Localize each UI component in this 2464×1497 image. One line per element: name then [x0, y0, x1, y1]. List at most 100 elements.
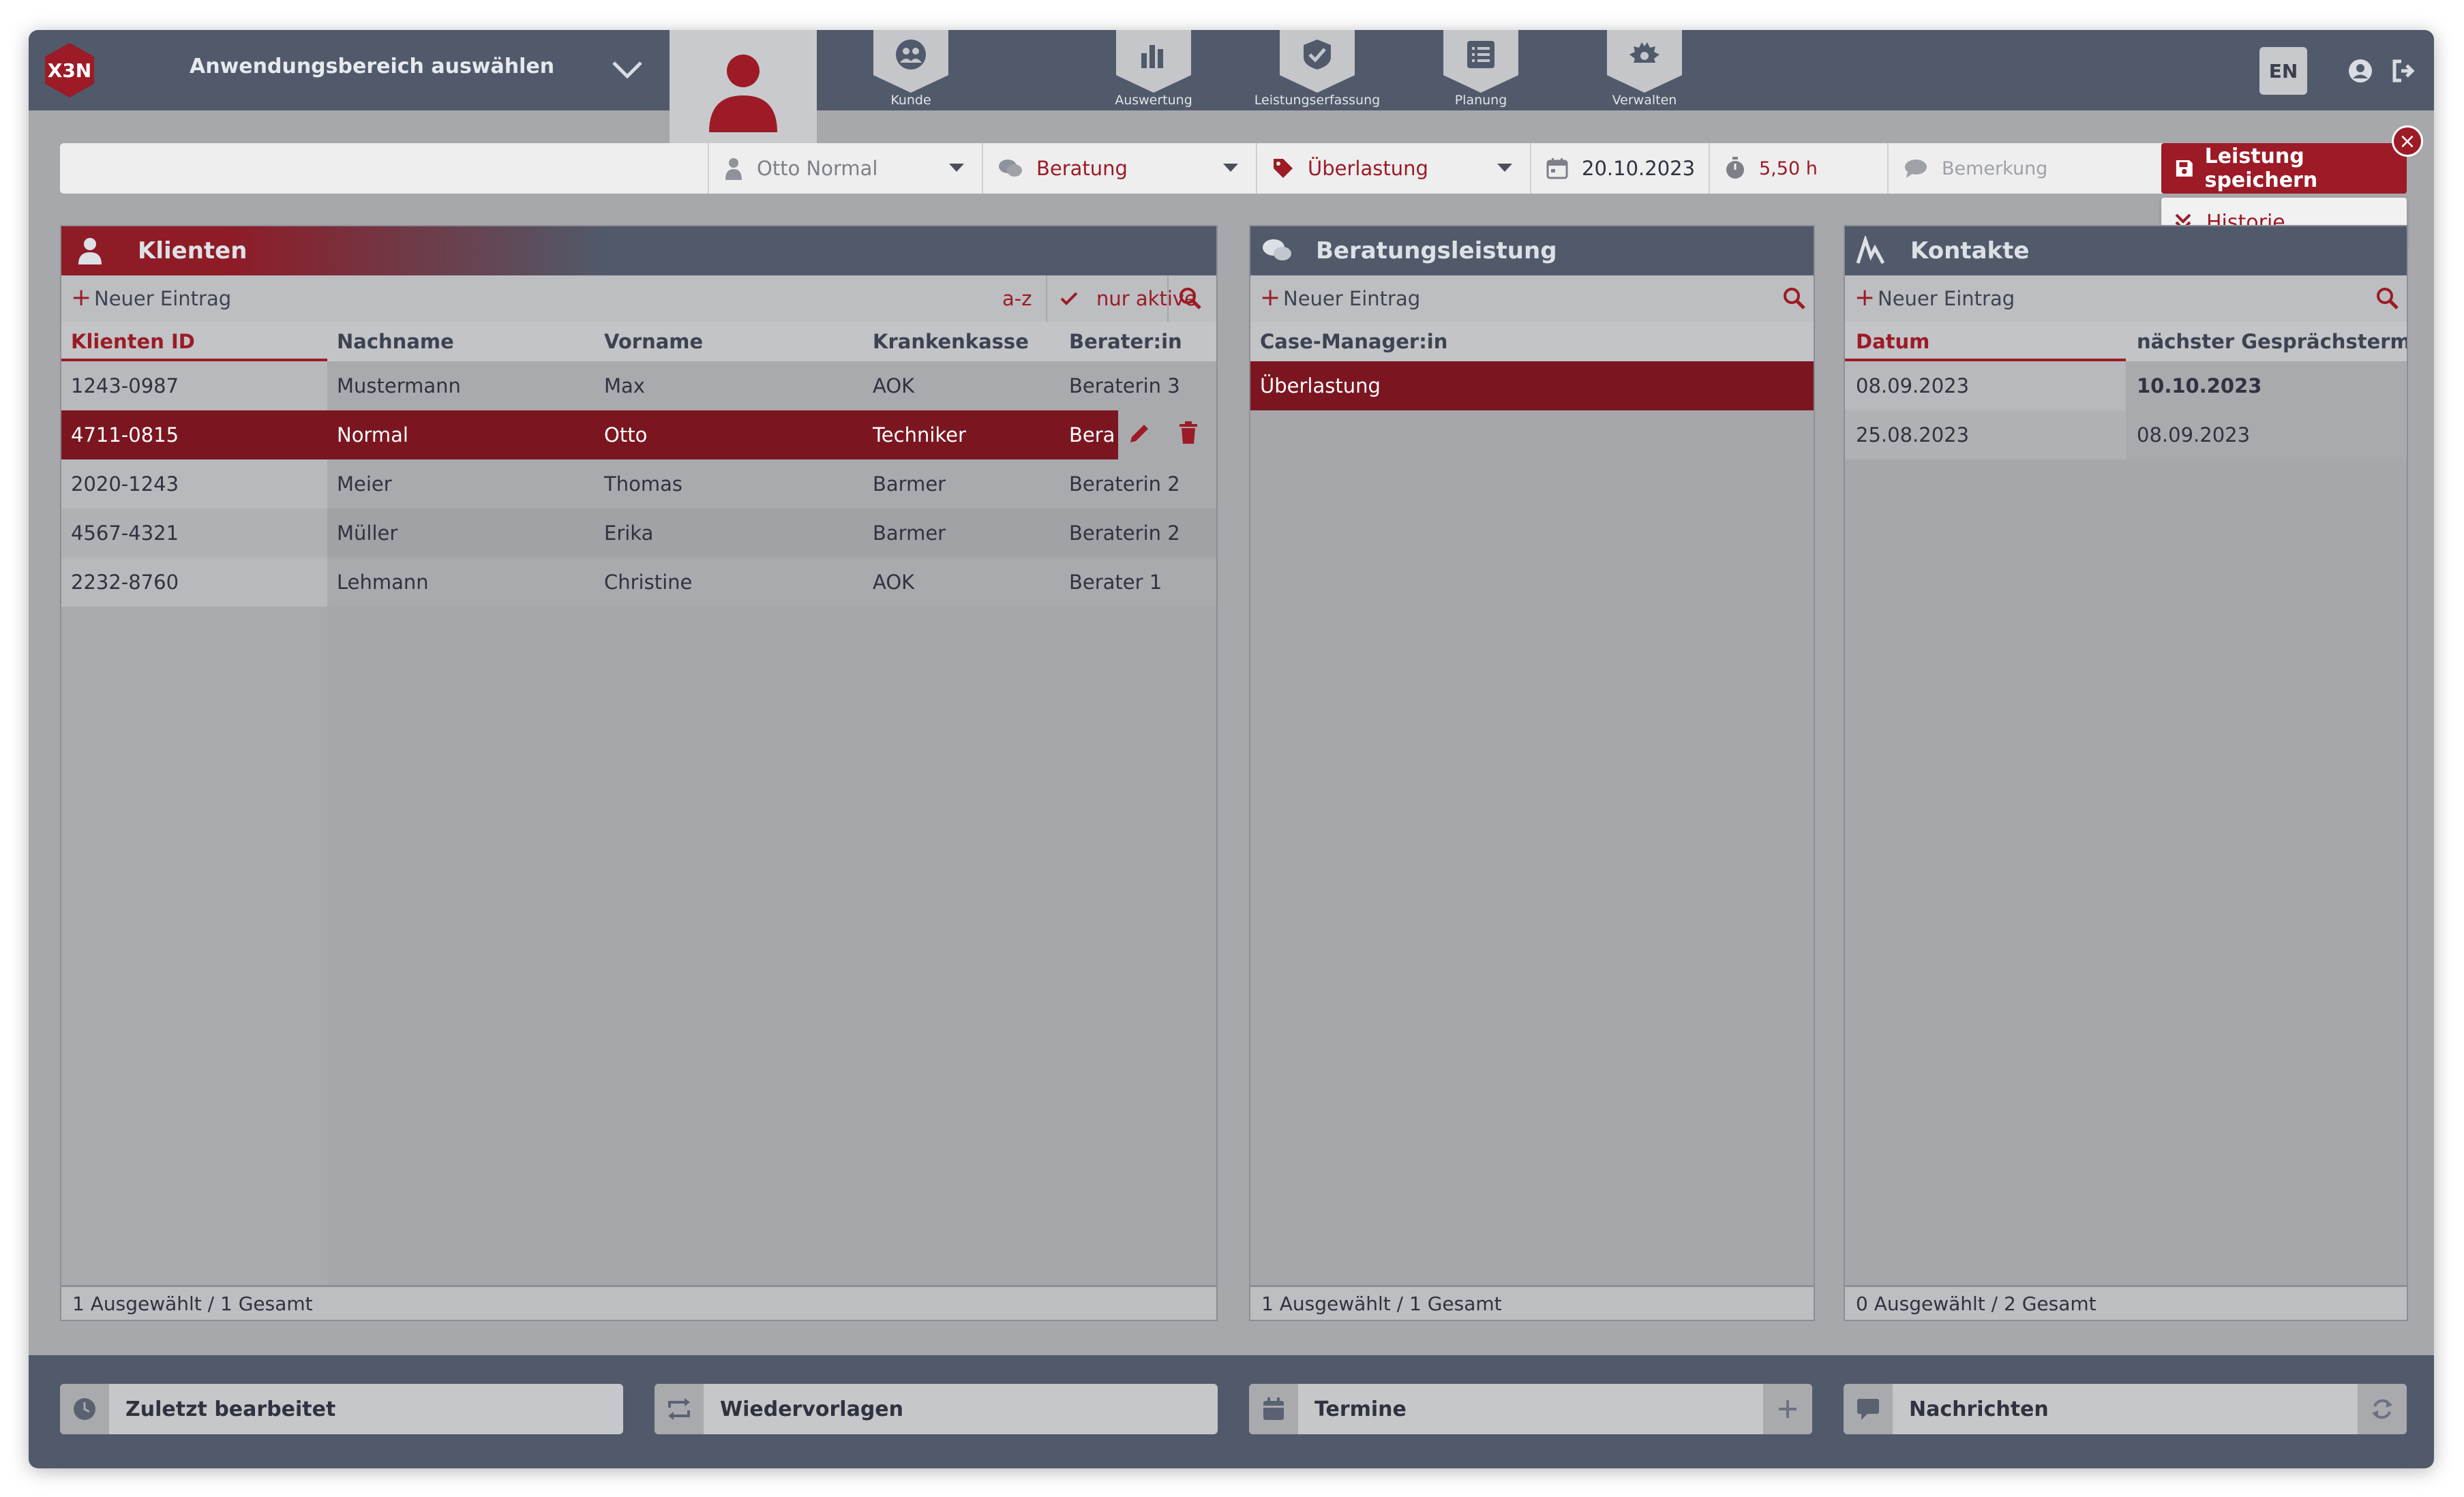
nav-label: Kunde	[890, 93, 931, 108]
id-column-fill	[61, 607, 327, 1290]
chevron-down-icon[interactable]	[608, 57, 646, 82]
remark-placeholder: Bemerkung	[1942, 157, 2048, 179]
logout-icon[interactable]	[2390, 57, 2418, 85]
appointments-label: Termine	[1314, 1397, 1407, 1421]
cell-nachname: Müller	[337, 521, 398, 545]
cell-id: 1243-0987	[71, 374, 179, 397]
resubmissions-button[interactable]: Wiedervorlagen	[655, 1384, 1218, 1434]
beratung-footer: 1 Ausgewählt / 1 Gesamt	[1250, 1285, 1814, 1320]
recently-edited-label: Zuletzt bearbeitet	[125, 1397, 336, 1421]
klienten-panel: Klienten + Neuer Eintrag a-z nur aktive …	[60, 225, 1218, 1321]
kontakte-header: Kontakte	[1845, 226, 2407, 275]
pencil-icon[interactable]	[1128, 422, 1151, 445]
table-row[interactable]: 1243-0987 Mustermann Max AOK Beraterin 3	[61, 361, 1216, 410]
klienten-toolbar: + Neuer Eintrag a-z nur aktive	[61, 275, 1216, 322]
logo[interactable]: X3N	[45, 43, 94, 97]
table-row[interactable]: 4567-4321 Müller Erika Barmer Beraterin …	[61, 509, 1216, 558]
cell-nachname: Lehmann	[337, 571, 429, 594]
caret-down-icon	[1497, 164, 1512, 172]
selection-count: 1 Ausgewählt / 1 Gesamt	[1261, 1292, 1502, 1315]
close-icon[interactable]: ×	[2392, 125, 2423, 157]
stopwatch-icon	[1726, 157, 1744, 179]
column-header-klienten-id[interactable]: Klienten ID	[71, 330, 195, 353]
klienten-header: Klienten	[61, 226, 1216, 275]
cell-id: 2232-8760	[71, 571, 179, 594]
nav-leistungserfassung[interactable]: Leistungserfassung	[1242, 30, 1392, 110]
top-bar: X3N Anwendungsbereich auswählen	[29, 30, 2434, 110]
calendar-icon	[1546, 158, 1568, 179]
table-row[interactable]: 25.08.2023 08.09.2023	[1845, 410, 2407, 459]
resubmissions-label: Wiedervorlagen	[720, 1397, 904, 1421]
trash-icon[interactable]	[1178, 421, 1199, 444]
service-select[interactable]: Beratung	[982, 143, 1256, 194]
table-row-selected[interactable]: Überlastung	[1250, 361, 1814, 410]
nav-verwalten[interactable]: Verwalten	[1569, 30, 1719, 110]
nav-planung[interactable]: Planung	[1406, 30, 1556, 110]
beratung-column-headers: Case-Manager:in	[1250, 322, 1814, 361]
klienten-footer: 1 Ausgewählt / 1 Gesamt	[61, 1285, 1216, 1320]
refresh-icon	[2372, 1399, 2392, 1419]
cell-berater: Bera	[1069, 423, 1115, 447]
cell-berater: Beraterin 2	[1069, 521, 1180, 545]
new-entry-button[interactable]: Neuer Eintrag	[1283, 287, 1420, 310]
recently-edited-button[interactable]: Zuletzt bearbeitet	[60, 1384, 623, 1434]
kontakte-column-headers: Datum nächster Gesprächstermin	[1845, 322, 2407, 361]
messages-label: Nachrichten	[1909, 1397, 2049, 1421]
table-row-selected[interactable]: 4711-0815 Normal Otto Techniker Bera	[61, 410, 1216, 459]
area-select-label[interactable]: Anwendungsbereich auswählen	[190, 55, 554, 78]
column-header-krankenkasse[interactable]: Krankenkasse	[873, 330, 1029, 353]
column-header-berater[interactable]: Berater:in	[1069, 330, 1182, 353]
column-header-nachname[interactable]: Nachname	[337, 330, 454, 353]
date-field[interactable]: 20.10.2023	[1530, 143, 1709, 194]
search-icon[interactable]	[1782, 286, 1807, 311]
nav-kunde[interactable]: Kunde	[836, 30, 986, 110]
save-service-label: Leistung speichern	[2204, 145, 2318, 192]
table-row[interactable]: 2232-8760 Lehmann Christine AOK Berater …	[61, 558, 1216, 607]
list-icon	[1467, 41, 1494, 68]
language-button[interactable]: EN	[2259, 47, 2307, 95]
caret-down-icon	[949, 164, 964, 172]
cell-id: 4711-0815	[71, 423, 179, 447]
column-header-vorname[interactable]: Vorname	[604, 330, 703, 353]
search-icon[interactable]	[1178, 286, 1203, 311]
kontakte-toolbar: + Neuer Eintrag	[1845, 275, 2407, 322]
remark-field[interactable]: Bemerkung	[1887, 143, 2163, 194]
sort-button[interactable]: a-z	[1002, 287, 1032, 310]
klienten-column-headers: Klienten ID Nachname Vorname Krankenkass…	[61, 322, 1216, 361]
divider	[1046, 275, 1047, 322]
person-icon	[78, 238, 102, 264]
plus-icon	[1779, 1400, 1797, 1418]
user-icon	[709, 55, 777, 132]
person-icon	[725, 158, 742, 180]
beratung-panel: Beratungsleistung + Neuer Eintrag Case-M…	[1249, 225, 1815, 1321]
column-header-case-manager[interactable]: Case-Manager:in	[1260, 330, 1447, 353]
cell-vorname: Erika	[604, 521, 654, 545]
appointments-button[interactable]: Termine	[1249, 1384, 1812, 1434]
save-service-button[interactable]: Leistung speichern	[2161, 143, 2407, 194]
nav-auswertung[interactable]: Auswertung	[1079, 30, 1229, 110]
refresh-messages-button[interactable]	[2358, 1384, 2407, 1434]
tag-select[interactable]: Überlastung	[1256, 143, 1530, 194]
new-entry-button[interactable]: Neuer Eintrag	[1878, 287, 2015, 310]
account-icon[interactable]	[2347, 57, 2374, 85]
clock-icon	[74, 1398, 95, 1420]
app-window: X3N Anwendungsbereich auswählen Kunde Au…	[29, 30, 2434, 1468]
cell-nachname: Normal	[337, 423, 408, 447]
gear-icon	[1629, 42, 1659, 63]
check-icon	[1060, 292, 1078, 305]
search-icon[interactable]	[2375, 286, 2400, 311]
panel-title: Klienten	[138, 237, 247, 264]
add-appointment-button[interactable]	[1763, 1384, 1812, 1434]
duration-field[interactable]: 5,50 h	[1709, 143, 1887, 194]
messages-button[interactable]: Nachrichten	[1844, 1384, 2407, 1434]
cell-datum: 08.09.2023	[1856, 374, 1970, 397]
table-row[interactable]: 08.09.2023 10.10.2023	[1845, 361, 2407, 410]
beratung-header: Beratungsleistung	[1250, 226, 1814, 275]
new-entry-button[interactable]: Neuer Eintrag	[94, 287, 231, 310]
column-header-datum[interactable]: Datum	[1856, 330, 1929, 353]
table-row[interactable]: 2020-1243 Meier Thomas Barmer Beraterin …	[61, 459, 1216, 509]
client-select[interactable]: Otto Normal	[708, 143, 982, 194]
entry-search-field[interactable]	[60, 143, 708, 194]
column-header-next-appointment[interactable]: nächster Gesprächstermin	[2137, 330, 2407, 353]
bar-chart-icon	[1141, 45, 1163, 68]
